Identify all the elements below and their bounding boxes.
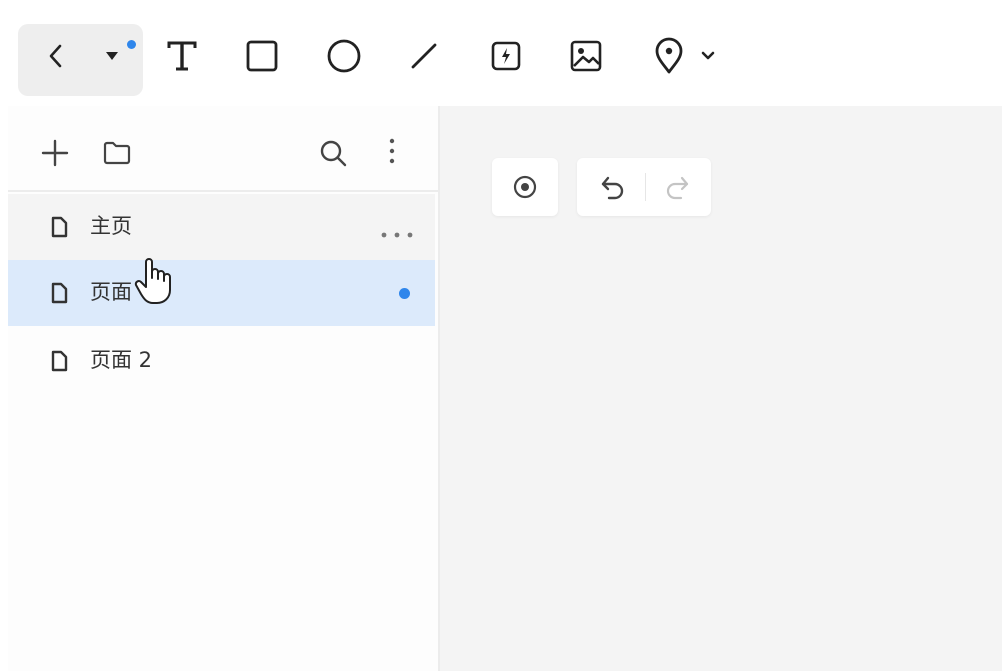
undo-icon[interactable] [599,174,627,204]
page-icon [50,350,68,376]
divider [645,173,646,201]
folder-icon[interactable] [102,140,132,170]
page-icon [50,282,68,308]
page-item-page[interactable]: 页面 [8,260,435,326]
line-icon [409,41,439,71]
location-pin-icon [653,37,685,75]
image-icon [569,39,603,73]
top-toolbar [8,8,1002,107]
page-icon [50,216,68,242]
text-icon [165,39,199,73]
dropdown-caret-icon [104,50,120,62]
ellipse-icon [326,38,362,74]
notification-dot [127,40,136,49]
design-canvas[interactable] [440,106,1002,671]
vertical-dots-icon[interactable] [386,136,398,170]
current-page-indicator [399,288,410,299]
rectangle-icon [245,39,279,73]
page-item-page-2[interactable]: 页面 2 [8,328,435,394]
page-item-home[interactable]: 主页 [8,194,435,260]
page-label: 页面 2 [90,348,153,372]
sidebar-header [8,106,438,192]
back-icon [46,43,66,69]
rectangle-tool-button[interactable] [240,24,284,88]
search-icon[interactable] [318,138,348,172]
hand-cursor-icon [134,256,174,310]
ellipse-tool-button[interactable] [322,24,366,88]
more-tools-button[interactable] [698,24,718,88]
image-tool-button[interactable] [564,24,608,88]
text-tool-button[interactable] [160,24,204,88]
chevron-down-icon [701,51,715,61]
dropdown-button[interactable] [94,24,130,88]
line-tool-button[interactable] [404,24,444,88]
target-icon [513,175,537,203]
plus-icon[interactable] [40,138,70,172]
back-button[interactable] [36,24,76,88]
frame-tool-button[interactable] [484,24,528,88]
flash-frame-icon [490,40,522,72]
page-label: 页面 [90,280,132,304]
redo-icon[interactable] [663,174,691,204]
location-tool-button[interactable] [644,24,694,88]
focus-control[interactable] [492,158,558,216]
pages-sidebar: 主页 页面 页面 2 [8,106,440,671]
page-label: 主页 [90,214,132,238]
more-options-icon[interactable] [380,224,414,243]
history-controls [577,158,711,216]
